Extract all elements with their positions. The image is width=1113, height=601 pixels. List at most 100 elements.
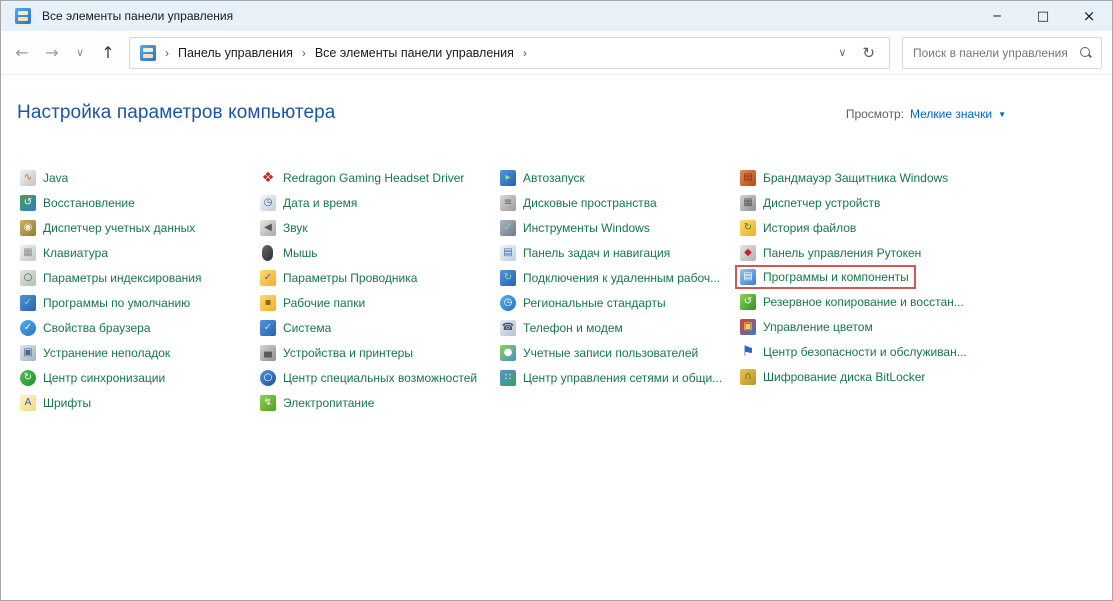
- control-panel-item[interactable]: ▣Управление цветом: [737, 314, 876, 339]
- control-panel-item[interactable]: ☎Телефон и модем: [497, 315, 626, 340]
- control-panel-item[interactable]: ◆Панель управления Рутокен: [737, 240, 924, 265]
- control-panel-item[interactable]: ✓Программы по умолчанию: [17, 290, 193, 315]
- control-panel-item-label: Устранение неполадок: [43, 346, 170, 360]
- control-panel-item[interactable]: ↺Резервное копирование и восстан...: [737, 289, 967, 314]
- control-panel-item[interactable]: ◷Дата и время: [257, 190, 360, 215]
- control-panel-item[interactable]: ▪Рабочие папки: [257, 290, 368, 315]
- control-panel-item[interactable]: ▣Устранение неполадок: [17, 340, 173, 365]
- control-panel-item[interactable]: ○Центр специальных возможностей: [257, 365, 480, 390]
- windows-tools-icon: ✓: [500, 220, 516, 236]
- control-panel-item[interactable]: Мышь: [257, 240, 321, 265]
- control-panel-item[interactable]: ●Учетные записи пользователей: [497, 340, 701, 365]
- control-panel-item-label: Программы по умолчанию: [43, 296, 190, 310]
- control-panel-item[interactable]: ❖ Redragon Gaming Headset Driver: [257, 165, 467, 190]
- control-panel-item-label: Электропитание: [283, 396, 374, 410]
- user-accounts-icon: ●: [500, 345, 516, 361]
- internet-options-icon: ✓: [20, 320, 36, 336]
- search-input[interactable]: [903, 38, 1079, 68]
- control-panel-item-label: Брандмауэр Защитника Windows: [763, 171, 948, 185]
- control-panel-item-label: Телефон и модем: [523, 321, 623, 335]
- control-panel-item-label: Дисковые пространства: [523, 196, 657, 210]
- control-panel-item[interactable]: ▤Брандмауэр Защитника Windows: [737, 165, 951, 190]
- backup-restore-icon: ↺: [740, 294, 756, 310]
- control-panel-item[interactable]: ↻История файлов: [737, 215, 859, 240]
- control-panel-item[interactable]: ▦Диспетчер устройств: [737, 190, 883, 215]
- redragon-driver-icon: ❖: [260, 170, 276, 186]
- address-bar[interactable]: › Панель управления › Все элементы панел…: [129, 37, 890, 69]
- control-panel-item[interactable]: ✓ Свойства браузера: [17, 315, 154, 340]
- control-panel-item-label: Параметры Проводника: [283, 271, 417, 285]
- control-panel-item[interactable]: AШрифты: [17, 390, 94, 415]
- forward-button[interactable]: →: [37, 38, 67, 68]
- control-panel-item[interactable]: ↻Подключения к удаленным рабоч...: [497, 265, 723, 290]
- control-panel-item[interactable]: ∿Java: [17, 165, 71, 190]
- address-dropdown-icon[interactable]: ∨: [828, 42, 856, 63]
- control-panel-item-label: Свойства браузера: [43, 321, 151, 335]
- breadcrumb-all-items[interactable]: Все элементы панели управления: [315, 46, 514, 60]
- view-mode-dropdown[interactable]: Мелкие значки: [910, 107, 992, 121]
- control-panel-item[interactable]: ▸ Автозапуск: [497, 165, 588, 190]
- control-panel-item-label: Управление цветом: [763, 320, 873, 334]
- control-panel-item[interactable]: ✓Система: [257, 315, 334, 340]
- sync-center-icon: ↻: [20, 370, 36, 386]
- control-panel-item[interactable]: ▤ Панель задач и навигация: [497, 240, 673, 265]
- up-button[interactable]: ↑: [93, 38, 123, 68]
- bitlocker-icon: ∩: [740, 369, 756, 385]
- date-time-icon: ◷: [260, 195, 276, 211]
- breadcrumb-control-panel[interactable]: Панель управления: [178, 46, 293, 60]
- control-panel-item-label: Шифрование диска BitLocker: [763, 370, 925, 384]
- control-panel-item-label: Параметры индексирования: [43, 271, 201, 285]
- control-panel-item[interactable]: ↻ Центр синхронизации: [17, 365, 168, 390]
- control-panel-item[interactable]: ✓Инструменты Windows: [497, 215, 653, 240]
- security-maintenance-icon: ⚑: [740, 344, 756, 360]
- control-panel-item[interactable]: ∩ Шифрование диска BitLocker: [737, 364, 928, 389]
- navigation-bar: ← → ∨ ↑ › Панель управления › Все элемен…: [1, 31, 1112, 75]
- view-control: Просмотр: Мелкие значки ▼: [846, 107, 1006, 121]
- items-column: ❖ Redragon Gaming Headset Driver ◷Дата и в…: [257, 165, 497, 415]
- control-panel-item[interactable]: ▦Клавиатура: [17, 240, 111, 265]
- control-panel-item[interactable]: ↯ Электропитание: [257, 390, 377, 415]
- control-panel-item-label: Центр синхронизации: [43, 371, 165, 385]
- recovery-icon: ↺: [20, 195, 36, 211]
- control-panel-item[interactable]: ▤Программы и компоненты: [735, 265, 916, 289]
- control-panel-item[interactable]: ⚑Центр безопасности и обслуживан...: [737, 339, 970, 364]
- device-manager-icon: ▦: [740, 195, 756, 211]
- maximize-button[interactable]: □: [1020, 1, 1066, 31]
- credential-manager-icon: ◉: [20, 220, 36, 236]
- control-panel-item[interactable]: ◷Региональные стандарты: [497, 290, 669, 315]
- refresh-icon[interactable]: ↻: [856, 42, 881, 64]
- autoplay-icon: ▸: [500, 170, 516, 186]
- minimize-button[interactable]: ─: [974, 1, 1020, 31]
- window-title: Все элементы панели управления: [42, 9, 233, 23]
- close-button[interactable]: ×: [1066, 1, 1112, 31]
- control-panel-item-label: Redragon Gaming Headset Driver: [283, 171, 464, 185]
- items-column: ∿Java↺Восстановление◉Диспетчер учетных д…: [17, 165, 257, 415]
- rutoken-icon: ◆: [740, 245, 756, 261]
- control-panel-item[interactable]: ◉Диспетчер учетных данных: [17, 215, 198, 240]
- control-panel-item[interactable]: ○Параметры индексирования: [17, 265, 204, 290]
- chevron-down-icon[interactable]: ▼: [998, 110, 1006, 119]
- keyboard-icon: ▦: [20, 245, 36, 261]
- back-button[interactable]: ←: [7, 38, 37, 68]
- control-panel-item-label: Центр управления сетями и общи...: [523, 371, 722, 385]
- control-panel-item[interactable]: ✓Параметры Проводника: [257, 265, 420, 290]
- power-options-icon: ↯: [260, 395, 276, 411]
- control-panel-item[interactable]: ◀Звук: [257, 215, 311, 240]
- items-column: ▸ Автозапуск ≡Дисковые пространства✓Инстру…: [497, 165, 737, 415]
- taskbar-navigation-icon: ▤: [500, 245, 516, 261]
- control-panel-item-label: Панель задач и навигация: [523, 246, 670, 260]
- control-panel-item[interactable]: ↺Восстановление: [17, 190, 138, 215]
- search-box: [902, 37, 1102, 69]
- control-panel-window: Все элементы панели управления ─ □ × ← →…: [0, 0, 1113, 601]
- system-icon: ✓: [260, 320, 276, 336]
- recent-locations-button[interactable]: ∨: [67, 38, 93, 68]
- control-panel-item-label: Центр специальных возможностей: [283, 371, 477, 385]
- control-panel-item[interactable]: ▄Устройства и принтеры: [257, 340, 416, 365]
- control-panel-item-label: Звук: [283, 221, 308, 235]
- control-panel-icon: [15, 8, 31, 24]
- control-panel-item[interactable]: ≡Дисковые пространства: [497, 190, 660, 215]
- mouse-icon: [262, 245, 273, 261]
- control-panel-item-label: Автозапуск: [523, 171, 585, 185]
- search-icon[interactable]: [1079, 46, 1093, 60]
- control-panel-item[interactable]: ∷Центр управления сетями и общи...: [497, 365, 725, 390]
